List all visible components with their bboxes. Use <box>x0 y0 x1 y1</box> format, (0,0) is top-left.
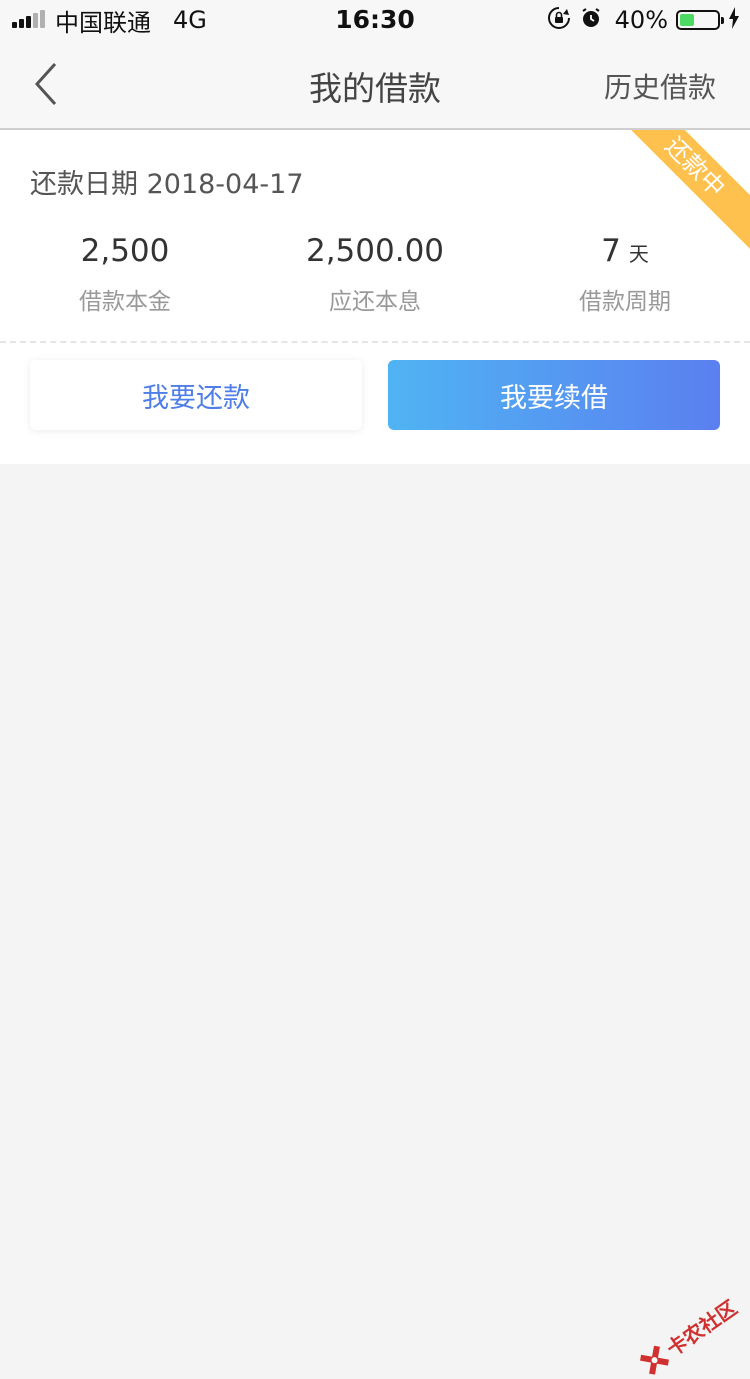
renew-button[interactable]: 我要续借 <box>388 360 720 430</box>
watermark-text: 卡农社区 <box>662 1295 742 1362</box>
due-date: 还款日期 2018-04-17 <box>30 169 304 200</box>
stat-period: 7天 借款周期 <box>500 230 750 316</box>
status-bar: 中国联通 4G 16:30 40% <box>0 0 750 40</box>
amount-due-label: 应还本息 <box>329 289 421 315</box>
principal-label: 借款本金 <box>79 289 171 315</box>
battery-icon <box>676 10 724 30</box>
dashed-divider <box>0 341 750 343</box>
loan-card: 还款中 还款日期 2018-04-17 2,500 借款本金 2,500.00 … <box>0 130 750 464</box>
battery-fill <box>680 14 694 26</box>
stat-amount-due: 2,500.00 应还本息 <box>250 230 500 316</box>
amount-due-value: 2,500.00 <box>305 233 445 269</box>
stat-principal: 2,500 借款本金 <box>0 230 250 316</box>
watermark: 卡农社区 <box>635 1292 742 1379</box>
period-value: 7 <box>601 233 621 269</box>
battery-percent: 40% <box>614 6 668 34</box>
history-loans-link[interactable]: 历史借款 <box>604 66 716 106</box>
rotation-lock-icon <box>547 6 571 34</box>
nav-bar: 我的借款 历史借款 <box>0 40 750 130</box>
status-right: 40% <box>539 6 740 34</box>
loan-stats: 2,500 借款本金 2,500.00 应还本息 7天 借款周期 <box>0 230 750 316</box>
charging-bolt-icon <box>728 7 740 33</box>
period-label: 借款周期 <box>579 289 671 315</box>
principal-value: 2,500 <box>80 233 170 269</box>
repay-button[interactable]: 我要还款 <box>30 360 362 430</box>
battery-nub <box>721 17 724 24</box>
period-value-row: 7天 <box>500 230 750 272</box>
alarm-icon <box>579 6 603 34</box>
period-unit: 天 <box>628 242 649 266</box>
